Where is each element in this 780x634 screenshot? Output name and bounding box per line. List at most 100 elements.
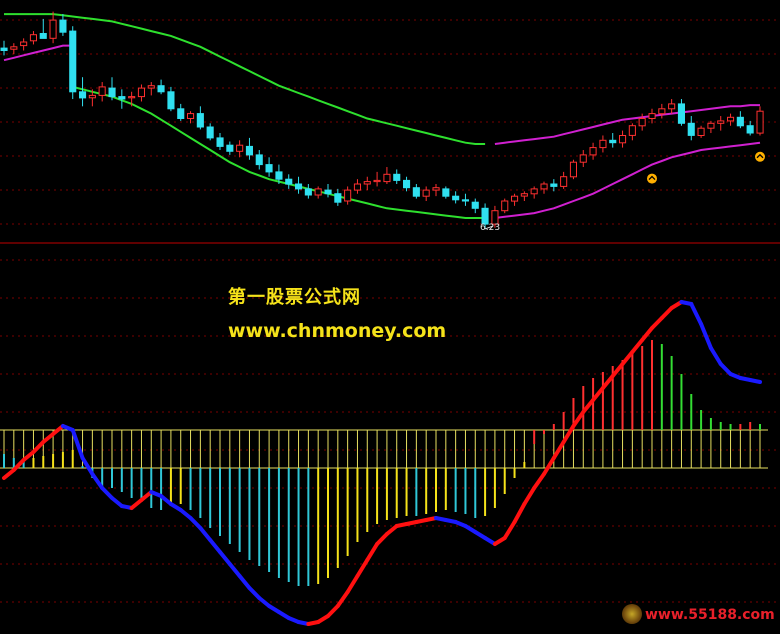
osc-line-segment (227, 562, 242, 578)
candle-body (196, 113, 204, 128)
osc-line-segment (31, 440, 46, 454)
band-line (494, 141, 761, 219)
candle-body (49, 19, 57, 39)
osc-line-segment (610, 362, 625, 378)
candle-body (344, 189, 352, 202)
osc-line-segment (630, 338, 645, 354)
osc-line-segment (375, 532, 389, 546)
candle-body (403, 179, 411, 189)
candle-body (206, 126, 214, 139)
band-line (72, 85, 486, 219)
osc-line-segment (198, 526, 213, 542)
candle-body (412, 187, 420, 197)
candle-body (589, 147, 597, 156)
candle-body (422, 189, 430, 197)
candle-body (167, 91, 175, 110)
candle-body (157, 85, 165, 93)
price-candles (0, 11, 764, 229)
candle-body (520, 193, 528, 197)
candle-body (383, 173, 391, 183)
candle-body (746, 125, 754, 134)
osc-line-segment (237, 574, 252, 590)
candle-body (39, 33, 47, 39)
candle-body (677, 103, 686, 124)
candle-body (10, 46, 18, 50)
osc-line-segment (620, 350, 635, 366)
candle-body (697, 127, 705, 136)
chart-canvas (0, 11, 780, 626)
osc-line-segment (542, 456, 556, 476)
candle-body (79, 91, 87, 99)
osc-line-segment (100, 486, 114, 500)
candle-body (481, 207, 489, 225)
signal-marker-icon (647, 173, 657, 184)
osc-line-segment (208, 538, 222, 554)
candle-body (265, 164, 273, 173)
osc-line-segment (640, 326, 654, 342)
candle-body (334, 193, 342, 203)
osc-line-segment (512, 502, 527, 524)
candle-body (324, 189, 332, 195)
candle-body (511, 195, 519, 202)
candle-body (628, 125, 636, 136)
candle-body (530, 188, 538, 195)
candle-body (245, 145, 253, 156)
candle-body (648, 113, 656, 119)
oscillator-line (2, 300, 762, 626)
candle-body (707, 122, 715, 129)
candle-body (0, 47, 8, 51)
osc-line-segment (650, 316, 664, 330)
candle-body (471, 201, 479, 209)
osc-line-segment (659, 306, 674, 320)
watermark-site-cn: 第一股票公式网 (228, 287, 361, 308)
osc-line-segment (708, 346, 723, 366)
candle-body (393, 173, 401, 181)
candle-body (314, 188, 322, 196)
osc-line-segment (522, 486, 537, 506)
candle-body (432, 187, 440, 191)
candle-body (353, 183, 361, 191)
osc-line-segment (355, 558, 370, 578)
candle-body (108, 87, 116, 98)
oscillator-panel-grid (0, 259, 780, 603)
candle-body (442, 188, 450, 197)
candle-body (717, 120, 725, 124)
candle-body (285, 178, 293, 185)
candle-body (609, 139, 617, 144)
candle-body (550, 183, 558, 187)
candle-body (638, 118, 646, 127)
signal-marker-icon (755, 151, 765, 162)
candle-body (736, 116, 744, 127)
candle-body (128, 96, 136, 99)
osc-line-segment (335, 590, 350, 608)
candle-body (59, 19, 67, 33)
candle-body (727, 116, 735, 122)
watermark-site-url: www.chnmoney.com (228, 320, 447, 342)
corner-logo-icon (622, 604, 642, 624)
osc-line-segment (689, 302, 704, 326)
candle-body (98, 86, 106, 96)
candle-body (118, 96, 126, 100)
candle-body (216, 137, 224, 147)
candle-body (373, 179, 381, 183)
candle-body (29, 34, 37, 42)
low-price-label: 6.23 (480, 223, 501, 233)
candle-body (461, 199, 469, 202)
candle-body (295, 183, 303, 190)
osc-line-segment (581, 398, 596, 414)
candle-body (255, 154, 263, 166)
oscillator-zero-band (0, 429, 768, 469)
osc-line-segment (247, 586, 262, 600)
osc-line-segment (345, 574, 360, 594)
osc-line-segment (591, 386, 605, 402)
candle-body (147, 85, 155, 89)
candle-body (363, 181, 371, 185)
candle-body (20, 41, 28, 47)
candle-body (540, 183, 548, 190)
osc-line-segment (80, 456, 95, 476)
osc-line-segment (365, 542, 380, 562)
osc-line-segment (571, 410, 586, 428)
candle-body (579, 154, 587, 163)
osc-line-segment (718, 362, 733, 376)
candle-body (756, 110, 764, 134)
